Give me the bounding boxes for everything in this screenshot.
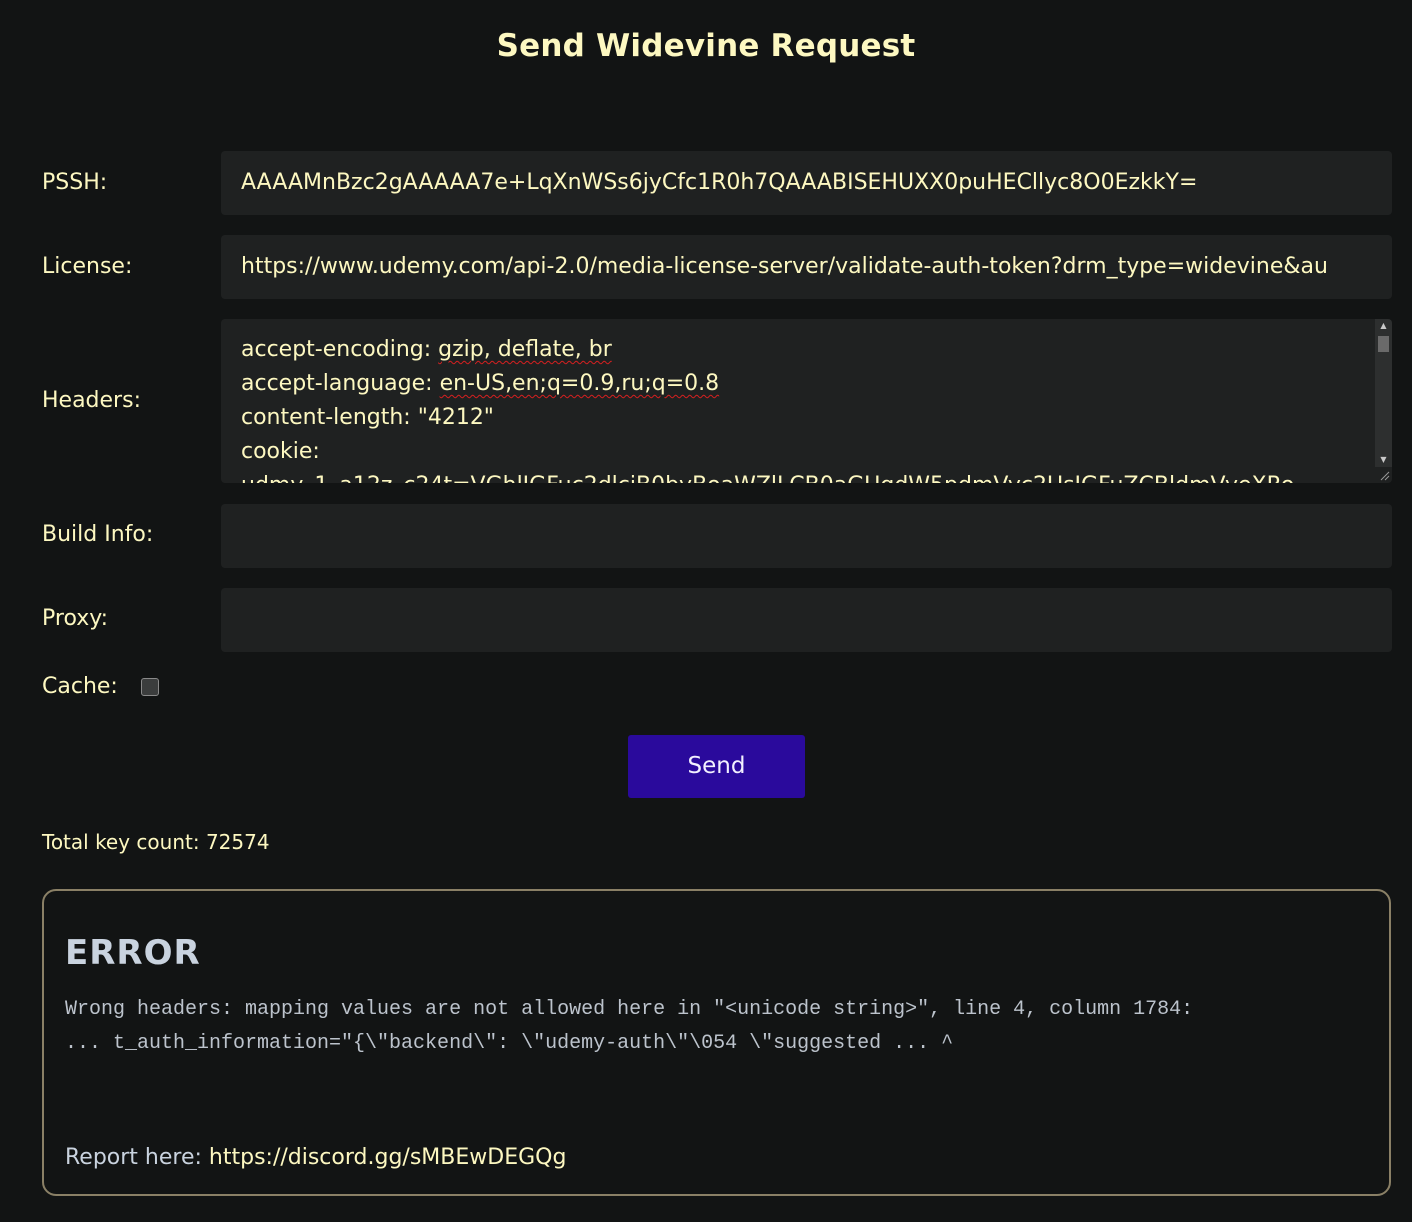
build-info-label: Build Info: [42,522,154,547]
license-label: License: [42,254,133,279]
headers-label: Headers: [42,388,141,413]
report-link[interactable]: https://discord.gg/sMBEwDEGQg [209,1145,567,1170]
proxy-label: Proxy: [42,606,109,631]
proxy-input[interactable] [221,588,1392,652]
textarea-scrollbar[interactable]: ▲ ▼ [1375,319,1392,467]
send-button[interactable]: Send [628,735,805,798]
header-line: content-length: "4212" [241,405,494,430]
error-message-line: Wrong headers: mapping values are not al… [65,998,1194,1021]
header-line: udmy_1_a12z_c24t=VGhlIGFuc2dlciB0byBoaWZ… [241,469,1352,483]
cache-checkbox[interactable] [141,678,159,696]
build-info-input[interactable] [221,504,1392,568]
scroll-thumb[interactable] [1378,336,1389,352]
error-heading: ERROR [65,933,201,973]
pssh-input[interactable]: AAAAMnBzc2gAAAAA7e+LqXnWSs6jyCfc1R0h7QAA… [221,151,1392,215]
error-message-line: ... t_auth_information="{\"backend\": \"… [65,1032,954,1055]
cache-label: Cache: [42,674,118,699]
total-key-count: Total key count: 72574 [42,830,270,854]
header-line: accept-encoding: gzip, deflate, br [241,337,612,362]
headers-textarea[interactable]: accept-encoding: gzip, deflate, br accep… [221,319,1392,483]
license-input[interactable]: https://www.udemy.com/api-2.0/media-lice… [221,235,1392,299]
report-line: Report here: https://discord.gg/sMBEwDEG… [65,1145,566,1170]
report-label: Report here: [65,1145,209,1170]
header-line: accept-language: en-US,en;q=0.9,ru;q=0.8 [241,371,720,396]
spellcheck-word: gzip, deflate, br [438,337,612,362]
error-message: Wrong headers: mapping values are not al… [65,993,1375,1061]
header-line: cookie: [241,439,320,464]
scroll-down-arrow-icon[interactable]: ▼ [1375,453,1392,467]
spellcheck-word: en-US,en;q=0.9,ru;q=0.8 [439,371,720,396]
pssh-label: PSSH: [42,170,108,195]
error-panel: ERROR Wrong headers: mapping values are … [42,889,1391,1196]
resize-grip-icon[interactable] [1378,469,1390,481]
page-title: Send Widevine Request [496,28,916,64]
scroll-up-arrow-icon[interactable]: ▲ [1375,319,1392,333]
